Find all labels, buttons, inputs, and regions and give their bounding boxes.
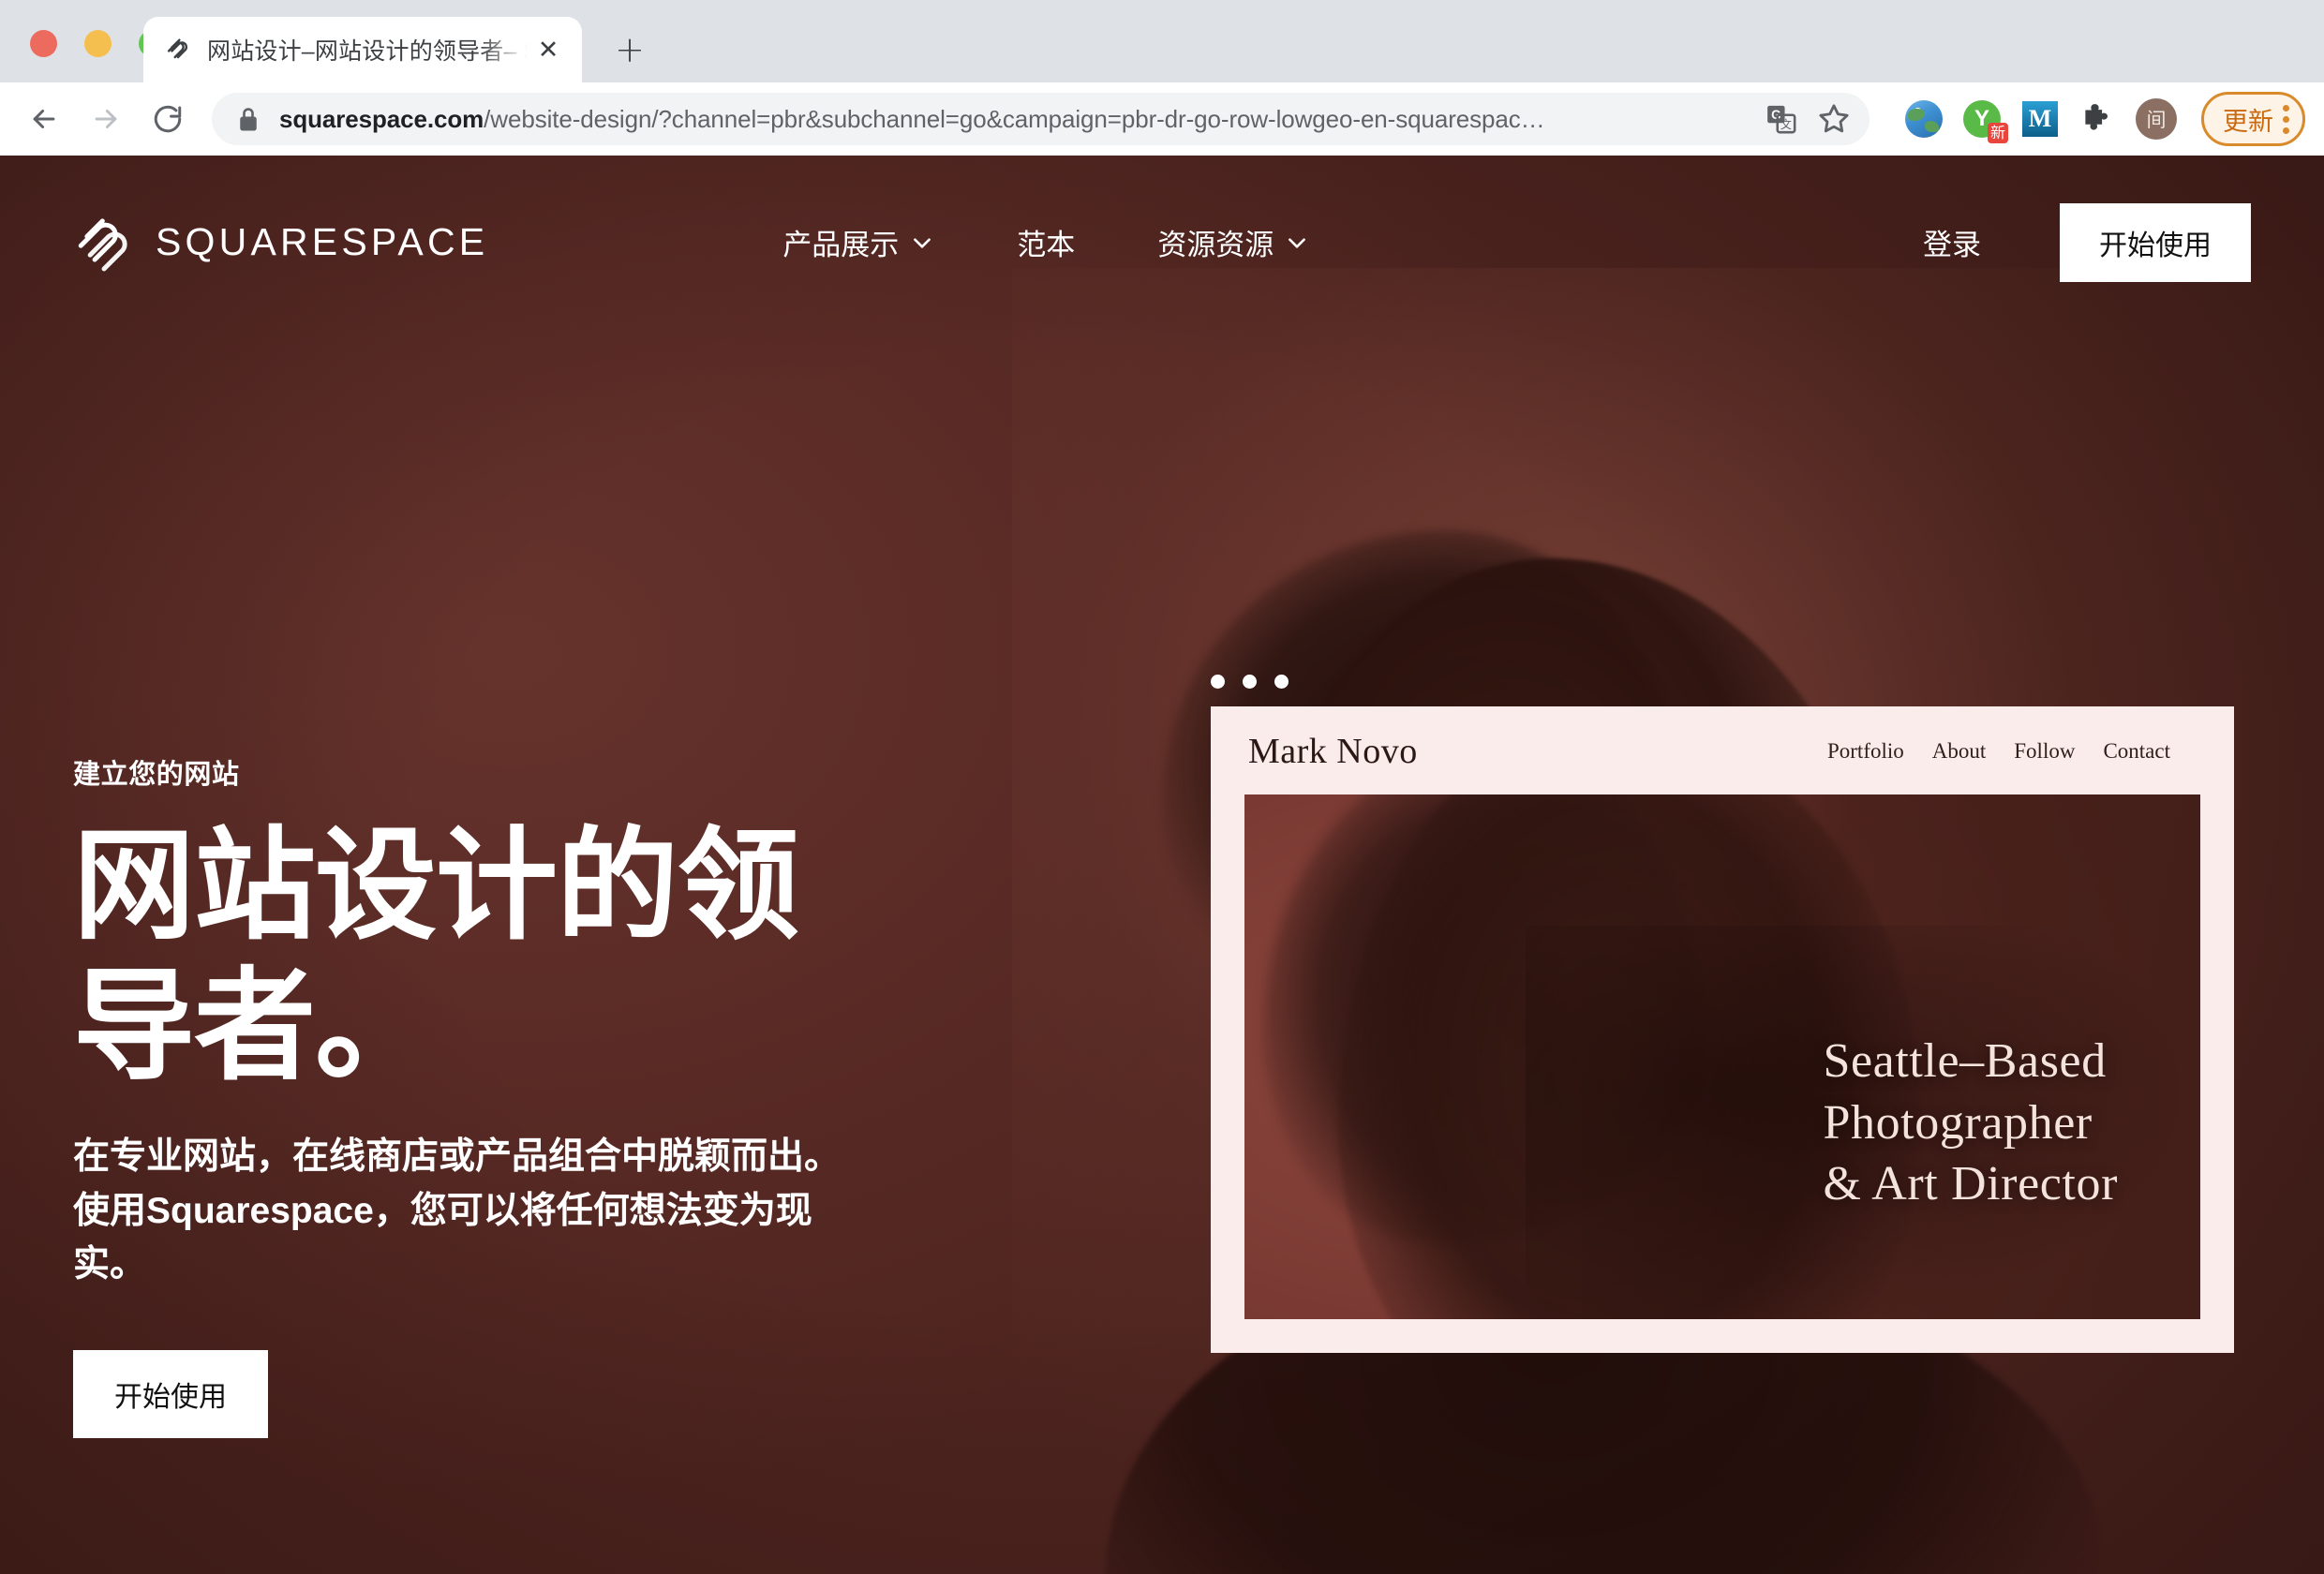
nav-item-products[interactable]: 产品展示 <box>741 208 976 276</box>
hero-eyebrow: 建立您的网站 <box>73 760 240 790</box>
update-button[interactable]: 更新 <box>2201 92 2305 146</box>
mockup-tagline: Seattle–Based Photographer & Art Directo… <box>1823 1031 2118 1215</box>
address-bar[interactable]: squarespace.com/website-design/?channel=… <box>212 93 1870 145</box>
forward-button[interactable] <box>75 88 137 150</box>
m-extension-button[interactable]: M <box>2016 95 2064 143</box>
mockup-header: Mark Novo Portfolio About Follow Contact <box>1211 706 2234 796</box>
back-button[interactable] <box>13 88 75 150</box>
mockup-nav: Portfolio About Follow Contact <box>1827 739 2170 764</box>
get-started-hero-button[interactable]: 开始使用 <box>73 1350 268 1439</box>
lock-icon <box>236 105 261 133</box>
close-tab-button[interactable]: ✕ <box>531 33 565 67</box>
hero-subcopy: 在专业网站，在线商店或产品组合中脱颖而出。使用Squarespace，您可以将任… <box>73 1136 842 1285</box>
globe-icon <box>1905 100 1943 138</box>
tab-strip: 网站设计–网站设计的领导者– Sq ✕ + <box>0 0 2324 82</box>
nav-item-label: 范本 <box>1017 229 1076 261</box>
address-bar-actions: G 文 <box>1759 97 1856 141</box>
extensions-puzzle-button[interactable] <box>2074 95 2123 143</box>
globe-extension-button[interactable] <box>1899 95 1948 143</box>
browser-toolbar: squarespace.com/website-design/?channel=… <box>0 82 2324 156</box>
kebab-menu-icon[interactable] <box>2283 104 2289 134</box>
mockup-nav-about[interactable]: About <box>1932 739 1987 764</box>
site-navigation: SQUARESPACE 产品展示 范本 资源资源 登录 开始使用 <box>0 156 2324 329</box>
hero-section: 建立您的网站 网站设计的领导者。 在专业网站，在线商店或产品组合中脱颖而出。使用… <box>0 329 937 1439</box>
squarespace-logo-icon <box>78 217 127 272</box>
forward-arrow-icon <box>95 110 117 128</box>
mockup-tagline-line-1: Seattle–Based <box>1823 1034 2107 1088</box>
login-link[interactable]: 登录 <box>1880 208 2024 276</box>
youdao-extension-button[interactable]: Y 新 <box>1958 95 2008 143</box>
extension-badge: 新 <box>1987 123 2008 143</box>
translate-icon[interactable]: G 文 <box>1759 97 1804 141</box>
svg-text:文: 文 <box>1780 117 1792 131</box>
reload-icon <box>154 105 182 133</box>
back-arrow-icon <box>33 110 55 128</box>
chevron-down-icon <box>914 237 931 248</box>
browser-window: 网站设计–网站设计的领导者– Sq ✕ + squarespace.com/we… <box>0 0 2324 1574</box>
new-tab-button[interactable]: + <box>603 22 657 77</box>
nav-actions: 登录 开始使用 <box>1880 202 2251 282</box>
nav-item-templates[interactable]: 范本 <box>976 208 1116 276</box>
reload-button[interactable] <box>137 88 199 150</box>
close-window-button[interactable] <box>30 30 57 57</box>
mockup-nav-portfolio[interactable]: Portfolio <box>1827 739 1904 764</box>
primary-nav: 产品展示 范本 资源资源 <box>741 208 1350 276</box>
nav-item-label: 资源资源 <box>1157 229 1274 261</box>
page-content: SQUARESPACE 产品展示 范本 资源资源 登录 开始使用 建立您的网站 … <box>0 156 2324 1574</box>
nav-item-label: 产品展示 <box>782 229 900 261</box>
update-button-label: 更新 <box>2223 107 2273 136</box>
site-mockup-card: Mark Novo Portfolio About Follow Contact… <box>1211 706 2234 1353</box>
puzzle-icon <box>2085 104 2108 130</box>
nav-item-resources[interactable]: 资源资源 <box>1116 208 1350 276</box>
m-icon: M <box>2022 101 2058 137</box>
mockup-nav-contact[interactable]: Contact <box>2103 739 2170 764</box>
get-started-nav-button[interactable]: 开始使用 <box>2060 202 2251 282</box>
hero-headline: 网站设计的领导者。 <box>73 817 799 1094</box>
extension-toolbar: Y 新 M 间 更新 <box>1879 92 2305 146</box>
site-logo[interactable]: SQUARESPACE <box>73 212 488 274</box>
mockup-nav-follow[interactable]: Follow <box>2014 739 2075 764</box>
squarespace-favicon-icon <box>167 38 188 59</box>
url-host: squarespace.com <box>279 104 484 133</box>
mockup-window-dots <box>1211 675 1289 689</box>
address-bar-text: squarespace.com/website-design/?channel=… <box>279 105 1750 134</box>
mockup-brand-name: Mark Novo <box>1248 732 1418 771</box>
bookmark-star-icon[interactable] <box>1811 97 1856 141</box>
browser-tab[interactable]: 网站设计–网站设计的领导者– Sq ✕ <box>143 17 582 82</box>
mockup-tagline-line-2: Photographer <box>1823 1095 2093 1150</box>
site-brand-name: SQUARESPACE <box>156 220 489 263</box>
mockup-hero-image: Seattle–Based Photographer & Art Directo… <box>1244 794 2200 1319</box>
profile-avatar-button[interactable]: 间 <box>2132 95 2181 143</box>
tab-title: 网站设计–网站设计的领导者– Sq <box>207 38 531 65</box>
chevron-down-icon <box>1289 237 1306 248</box>
avatar: 间 <box>2136 98 2177 140</box>
minimize-window-button[interactable] <box>84 30 112 57</box>
mockup-tagline-line-3: & Art Director <box>1823 1157 2118 1211</box>
url-path: /website-design/?channel=pbr&subchannel=… <box>484 104 1545 133</box>
